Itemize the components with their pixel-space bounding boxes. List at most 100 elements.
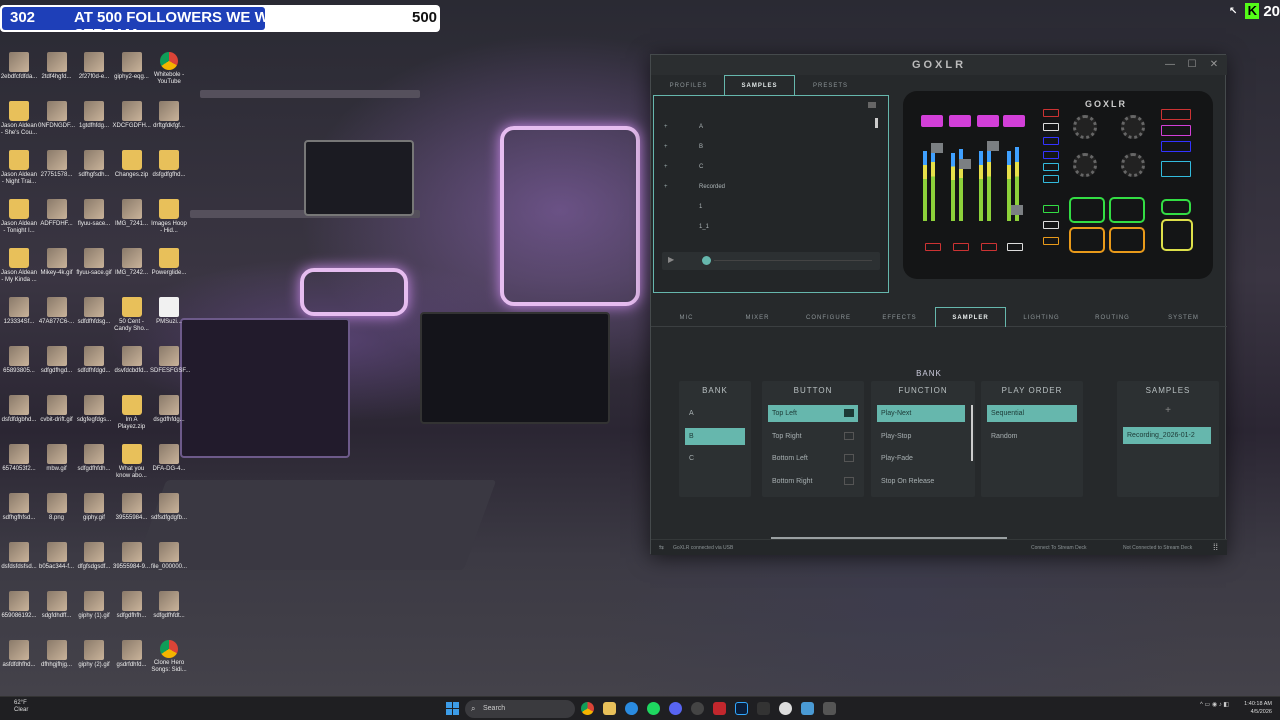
expand-icon[interactable]: + [664, 164, 674, 170]
desktop-icon[interactable]: gsdrfdhfd... [113, 640, 151, 669]
expand-icon[interactable]: + [664, 184, 674, 190]
edge-icon[interactable] [625, 702, 638, 715]
maximize-button[interactable]: ☐ [1183, 57, 1201, 73]
desktop-icon[interactable]: b05ac344-f... [38, 542, 76, 571]
desktop-icon[interactable]: 1gtdfhfdg... [75, 101, 113, 130]
desktop-icon[interactable]: file_000000... [150, 542, 188, 571]
title-bar[interactable]: GOXLR — ☐ ✕ [651, 55, 1227, 75]
bank-item[interactable]: A [685, 405, 745, 422]
tab-mixer[interactable]: MIXER [722, 307, 793, 327]
desktop-icon[interactable]: 659086192... [0, 591, 38, 620]
button-item[interactable]: Bottom Left [768, 450, 858, 467]
tab-routing[interactable]: ROUTING [1077, 307, 1148, 327]
desktop-icon[interactable]: sdfgdfhfdh... [75, 444, 113, 473]
goxlr-taskbar-icon[interactable] [823, 702, 836, 715]
button-item[interactable]: Top Left [768, 405, 858, 422]
acrobat-icon[interactable] [713, 702, 726, 715]
desktop-icon[interactable]: Whitebole - YouTube [150, 52, 188, 86]
desktop-icon[interactable]: sdfdfhfdsg... [75, 297, 113, 326]
desktop-icon[interactable]: 47A877C6-... [38, 297, 76, 326]
close-button[interactable]: ✕ [1205, 57, 1223, 73]
desktop-icon[interactable]: dsfdfdgbhd... [0, 395, 38, 424]
start-button[interactable] [446, 702, 459, 715]
desktop-icon[interactable]: dsvfdcbdfd... [113, 346, 151, 375]
function-scrollbar[interactable] [971, 405, 973, 461]
desktop-icon[interactable]: giphy2-eqg... [113, 52, 151, 81]
connect-stream-deck-link[interactable]: Connect To Stream Deck [1031, 545, 1087, 551]
app-icon[interactable] [779, 702, 792, 715]
photos-icon[interactable] [801, 702, 814, 715]
folder-icon[interactable] [868, 102, 876, 108]
minimize-button[interactable]: — [1161, 57, 1179, 73]
discord-icon[interactable] [669, 702, 682, 715]
tab-sampler[interactable]: SAMPLER [935, 307, 1006, 327]
tab-effects[interactable]: EFFECTS [864, 307, 935, 327]
desktop-icon[interactable]: 50 Cent - Candy Sho... [113, 297, 151, 333]
bank-item[interactable]: C [685, 450, 745, 467]
button-item[interactable]: Bottom Right [768, 473, 858, 490]
playback-knob[interactable] [702, 256, 711, 265]
desktop-icon[interactable]: sdfdfhfdgd... [75, 346, 113, 375]
function-item[interactable]: Play-Stop [877, 428, 965, 445]
desktop-icon[interactable]: ADFFDHF... [38, 199, 76, 228]
desktop-icon[interactable]: PMSuzi... [150, 297, 188, 326]
desktop-icon[interactable]: 39555984-9... [113, 542, 151, 571]
desktop-icon[interactable]: Powerglide... [150, 248, 188, 277]
desktop-icon[interactable]: giphy (1).gif [75, 591, 113, 620]
desktop-icon[interactable]: SDFESFGSF... [150, 346, 190, 375]
grid-icon[interactable]: ⁞⁞ [1213, 542, 1218, 552]
function-item[interactable]: Play-Next [877, 405, 965, 422]
playback-track[interactable] [714, 260, 872, 261]
desktop-icon[interactable]: dsfdsfdsfsd... [0, 542, 38, 571]
desktop-icon[interactable]: Jason Aldean - My Kinda ... [0, 248, 38, 284]
expand-icon[interactable]: + [664, 124, 674, 130]
clock[interactable]: 1:40:18 AM 4/5/2026 [1236, 700, 1272, 716]
function-item[interactable]: Play-Fade [877, 450, 965, 467]
desktop-icon[interactable]: mbw.gif [38, 444, 76, 473]
desktop-icon[interactable]: 6574053f2... [0, 444, 38, 473]
desktop-icon[interactable]: Jason Aldean - She's Cou... [0, 101, 38, 137]
spotify-icon[interactable] [647, 702, 660, 715]
desktop-icon[interactable]: 123334Sf... [0, 297, 38, 326]
desktop-icon[interactable]: sdfhgfhfsd... [0, 493, 38, 522]
desktop-icon[interactable]: Clone Hero Songs: Sidi... [150, 640, 188, 674]
tab-lighting[interactable]: LIGHTING [1006, 307, 1077, 327]
taskbar-search[interactable]: ⌕ Search [465, 700, 575, 718]
desktop-icon[interactable]: dfgfsdgsdf... [75, 542, 113, 571]
desktop-icon[interactable]: 8.png [38, 493, 76, 522]
play-order-item[interactable]: Random [987, 428, 1077, 445]
tab-system[interactable]: SYSTEM [1148, 307, 1219, 327]
desktop-icon[interactable]: Im A Playez.zip [113, 395, 151, 431]
desktop-icon[interactable]: giphy (2).gif [75, 640, 113, 669]
desktop-icon[interactable]: giphy.gif [75, 493, 113, 522]
desktop-icon[interactable]: cvbit-drift.gif [38, 395, 76, 424]
tab-profiles[interactable]: PROFILES [653, 75, 724, 95]
bank-item[interactable]: B [685, 427, 745, 445]
desktop-icon[interactable]: 39555984... [113, 493, 151, 522]
desktop-icon[interactable]: sdgfdhdff... [38, 591, 76, 620]
desktop-icon[interactable]: asfdfdhfhd... [0, 640, 38, 669]
desktop-icon[interactable]: sdfgdfhgd... [38, 346, 76, 375]
desktop-icon[interactable]: sdfhgfsdh... [75, 150, 113, 179]
desktop-icon[interactable]: sdgfegfdgs... [75, 395, 113, 424]
play-order-item[interactable]: Sequential [987, 405, 1077, 422]
desktop-icon[interactable]: Images Hoop - Hid... [150, 199, 188, 235]
play-icon[interactable]: ▶ [668, 255, 674, 264]
weather-widget[interactable]: 62°F Clear [14, 700, 28, 714]
desktop-icon[interactable]: IMG_7242... [113, 248, 151, 277]
samples-item[interactable]: Recording_2026-01-2 [1123, 427, 1211, 444]
desktop-icon[interactable]: 65893805... [0, 346, 38, 375]
tab-presets[interactable]: PRESETS [795, 75, 866, 95]
desktop-icon[interactable]: dsfgdfgfhd... [150, 150, 188, 179]
desktop-icon[interactable]: Changes.zip [113, 150, 151, 179]
obs-icon[interactable] [691, 702, 704, 715]
desktop-icon[interactable]: flyuu-sace.gif [75, 248, 113, 277]
desktop-icon[interactable]: Jason Aldean - Night Trai... [0, 150, 38, 186]
desktop-icon[interactable]: 0NFDNGDF... [38, 101, 76, 130]
desktop-icon[interactable]: Mikey-4k.gif [38, 248, 76, 277]
tab-configure[interactable]: CONFIGURE [793, 307, 864, 327]
desktop-icon[interactable]: 2ebdfcfdfda... [0, 52, 38, 81]
desktop-icon[interactable]: XDCFGDFH... [113, 101, 151, 130]
desktop-icon[interactable]: sdfgdfhfdt... [150, 591, 188, 620]
desktop-icon[interactable]: Jason Aldean - Tonight I... [0, 199, 38, 235]
